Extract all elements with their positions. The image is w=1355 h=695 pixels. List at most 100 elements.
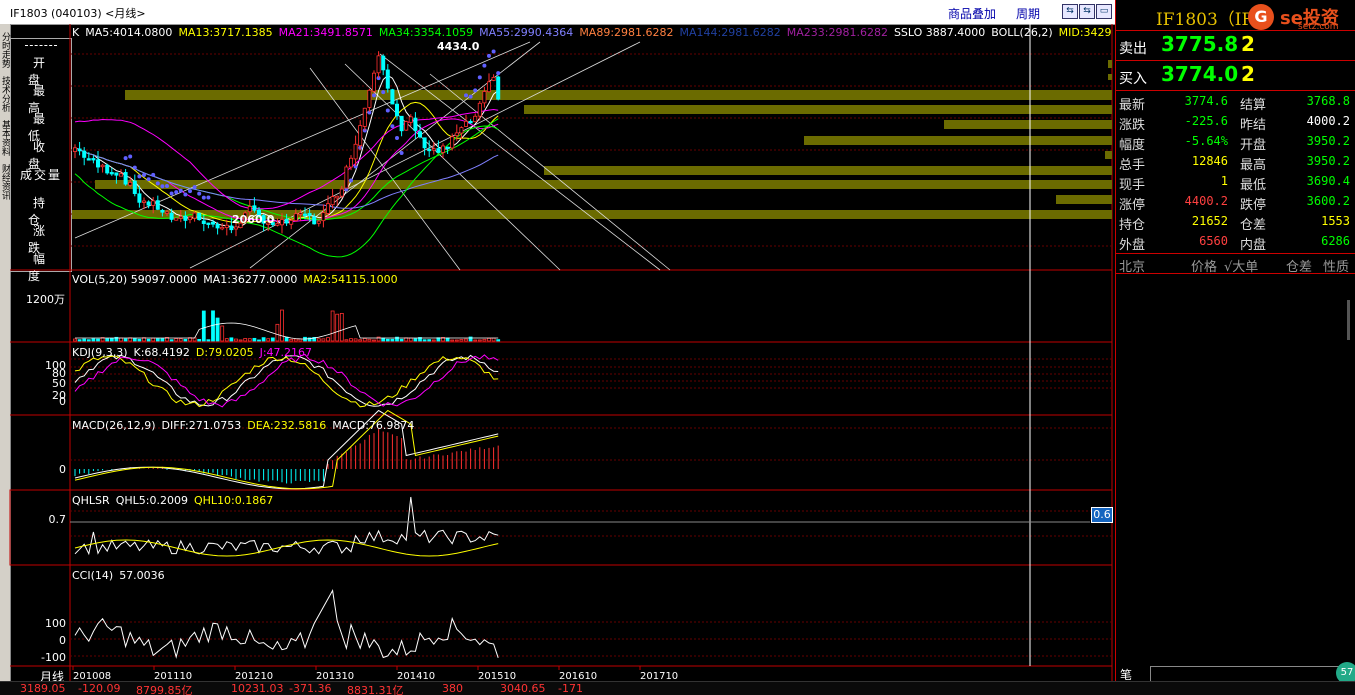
quote-row: 最新 3774.6 结算 3768.8 <box>1116 92 1355 113</box>
volume-bar <box>91 338 96 342</box>
candle-body <box>114 172 119 176</box>
volume-bar <box>146 338 151 342</box>
volume-bar <box>109 338 114 342</box>
vol-item: MA2:54115.1000 <box>303 273 398 286</box>
qhl-ytick: 0.7 <box>49 513 67 526</box>
main-item: MA55:2990.4364 <box>479 26 574 39</box>
sar-point <box>349 178 353 183</box>
volume-bar <box>344 339 349 342</box>
overlay-link[interactable]: 商品叠加 <box>948 5 996 22</box>
candle-body <box>376 55 381 74</box>
quote-l2: 最高 <box>1240 158 1267 173</box>
volume-bar <box>390 338 395 342</box>
quote-v2: 4000.2 <box>1306 114 1350 128</box>
tick-tab[interactable] <box>1150 666 1355 682</box>
tick-header: 北京 价格 √大单 仓差 性质 <box>1116 255 1355 275</box>
candle-body <box>381 55 386 71</box>
main-item: K <box>72 26 80 39</box>
volume-bar <box>252 337 257 342</box>
shift-left-button[interactable]: ⇆ <box>1062 4 1078 19</box>
ticker-value: 380 <box>442 682 463 695</box>
scrollbar[interactable] <box>1347 300 1350 340</box>
ask-volume: 2 <box>1241 32 1255 56</box>
candle-body <box>192 212 197 219</box>
sar-point <box>188 189 192 194</box>
volume-bar <box>487 337 491 342</box>
chart-title-bar: IF1803 (040103) <月线> 商品叠加 周期 ⇆ ⇆ ▭ <box>0 0 1115 25</box>
candle-body <box>358 125 363 146</box>
x-tick-label: 201610 <box>559 671 597 681</box>
candle-body <box>229 225 234 231</box>
quote-v1: 12846 <box>1191 154 1228 168</box>
candle-body <box>119 173 124 177</box>
quote-row: 总手 12846 最高 3950.2 <box>1116 152 1355 173</box>
candle-body <box>427 148 432 152</box>
window-button[interactable]: ▭ <box>1096 4 1112 19</box>
period-link[interactable]: 周期 <box>1016 5 1040 22</box>
sar-point <box>142 173 146 178</box>
quote-v1: 4400.2 <box>1184 194 1228 208</box>
candle-body <box>330 196 335 206</box>
candle-body <box>169 212 174 220</box>
shift-right-button[interactable]: ⇆ <box>1079 4 1095 19</box>
cci-ytick: 100 <box>45 617 66 630</box>
high-annotation: 4434.0 <box>437 40 480 53</box>
sar-point <box>487 53 491 58</box>
macd-ytick: 0 <box>59 463 66 476</box>
candle-body <box>422 137 427 149</box>
volume-bar <box>362 338 367 342</box>
sar-point <box>206 195 211 200</box>
candle-body <box>463 120 468 127</box>
volume-bar <box>82 338 87 342</box>
sar-points <box>123 49 501 200</box>
volume-profile-bands <box>72 60 1112 219</box>
candle-body <box>353 143 358 160</box>
bid-row: 买入 3774.0 2 <box>1116 62 1355 90</box>
macd-item: MACD(26,12,9) <box>72 419 156 432</box>
main-item: MA89:2981.6282 <box>579 26 674 39</box>
candle-body <box>100 164 105 168</box>
volume-bar <box>459 339 464 342</box>
volume-bar <box>326 337 330 342</box>
candle-body <box>220 226 225 230</box>
quote-l1: 外盘 <box>1119 238 1146 253</box>
quote-l2: 仓差 <box>1240 218 1267 233</box>
candle-body <box>174 217 179 221</box>
candle-body <box>348 157 353 168</box>
cci-item: CCI(14) <box>72 569 114 582</box>
qhlsr-item: QHLSR <box>72 494 110 507</box>
candle-body <box>394 103 399 117</box>
kdj-item: K:68.4192 <box>133 346 190 359</box>
quote-l2: 内盘 <box>1240 238 1267 253</box>
sar-point <box>137 174 142 179</box>
cci-header: CCI(14) 57.0036 <box>72 569 171 582</box>
kdj-ytick: 0 <box>59 395 66 408</box>
volume-bar <box>422 339 427 342</box>
vol-ma1-line <box>75 322 499 340</box>
quote-l2: 开盘 <box>1240 138 1267 153</box>
axis-ticks: 201008 201110 201210 201310 201410 201510 2016… <box>41 359 678 681</box>
quote-v1: 6560 <box>1199 234 1228 248</box>
quote-l1: 现手 <box>1119 178 1146 193</box>
kdj-item: KDJ(9,3,3) <box>72 346 128 359</box>
volume-bar <box>349 338 353 342</box>
logo-sub: setz.com <box>1298 22 1339 32</box>
candle-body <box>151 200 156 206</box>
candle-body <box>284 218 289 224</box>
main-item: MA144:2981.6282 <box>679 26 781 39</box>
candle-body <box>275 222 280 226</box>
candle-body <box>473 115 478 123</box>
volume-bar <box>381 337 386 342</box>
volume-bar <box>123 338 128 342</box>
volume-profile-band <box>544 166 1112 175</box>
volume-bar <box>372 339 376 342</box>
candle-body <box>73 147 78 152</box>
quote-v2: 3950.2 <box>1306 134 1350 148</box>
volume-bar <box>413 338 418 342</box>
candle-body <box>201 220 206 224</box>
quote-v1: -225.6 <box>1184 114 1228 128</box>
volume-bar <box>105 338 110 342</box>
candle-body <box>247 206 252 213</box>
candle-body <box>155 200 160 210</box>
volume-bar <box>385 338 390 342</box>
